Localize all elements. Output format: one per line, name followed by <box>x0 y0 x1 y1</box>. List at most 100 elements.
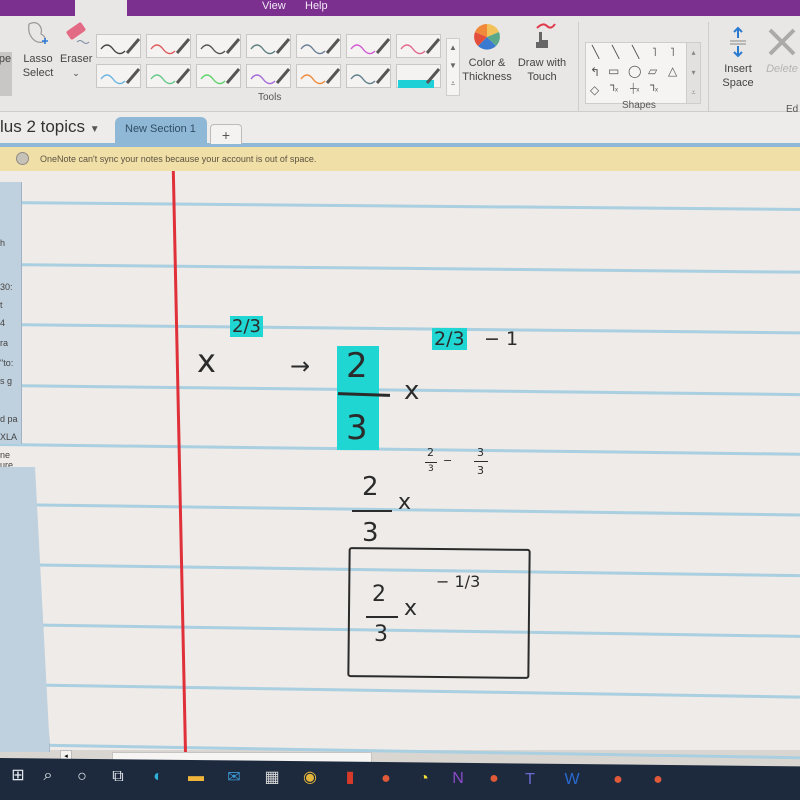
graph-2-shape-icon[interactable]: ┼ₓ <box>630 83 639 93</box>
pen-swatch[interactable] <box>196 64 241 88</box>
teams-icon[interactable]: T <box>520 770 540 790</box>
arrow-shape-icon[interactable]: ╲ <box>612 45 619 59</box>
mail-icon[interactable]: ✉ <box>224 768 244 788</box>
pen-icon <box>398 68 441 88</box>
app-icon[interactable]: ● <box>608 770 628 790</box>
insert-space-button[interactable]: Insert Space <box>716 26 760 90</box>
pen-icon <box>100 68 141 85</box>
insert-space-label-2: Space <box>722 77 754 89</box>
onenote-icon[interactable]: N <box>448 769 468 789</box>
parallelogram-shape-icon[interactable]: ▱ <box>648 64 657 78</box>
color-thickness-button[interactable]: Color & Thickness <box>462 20 512 84</box>
group-label-shapes: Shapes <box>622 100 656 111</box>
scroll-up-icon[interactable]: ▲ <box>447 39 459 57</box>
triangle-shape-icon[interactable]: △ <box>668 64 677 78</box>
pen-swatch[interactable] <box>196 34 241 58</box>
line-shape-icon[interactable]: ╲ <box>592 45 599 59</box>
store-icon[interactable]: ▦ <box>262 768 282 788</box>
page-list-item[interactable]: s g <box>0 376 12 386</box>
page-list-item[interactable]: d pa <box>0 414 18 424</box>
page-list-item[interactable]: "to: <box>0 358 13 368</box>
file-explorer-icon[interactable]: ▬ <box>186 767 206 787</box>
ruled-line <box>0 503 800 517</box>
page-list-pane[interactable]: h 30: t 4 ra "to: s gd pa XLA ne ure <box>0 182 22 470</box>
pen-swatch[interactable] <box>96 64 141 88</box>
tab-new-section-1[interactable]: New Section 1 <box>115 117 207 143</box>
ribbon-tab-draw-active[interactable] <box>75 0 127 16</box>
ruled-line <box>0 201 800 211</box>
pen-swatch[interactable] <box>96 34 141 58</box>
double-arrow-shape-icon[interactable]: ╲ <box>632 45 639 59</box>
page-list-item[interactable]: 30: <box>0 282 13 292</box>
sync-warning-message: OneNote can't sync your notes because yo… <box>40 154 317 164</box>
sync-error-icon <box>16 152 29 165</box>
graph-1-shape-icon[interactable]: ⅂ₓ <box>610 83 618 94</box>
eraser-dropdown-icon[interactable]: ⌄ <box>60 66 92 80</box>
expand-gallery-icon[interactable]: ⩡ <box>447 75 459 93</box>
pen-swatch[interactable] <box>146 34 191 58</box>
app-icon[interactable]: ● <box>648 770 668 790</box>
pen-swatch[interactable] <box>246 64 291 88</box>
section-tab-label: New Section 1 <box>125 123 196 135</box>
page-list-item[interactable]: XLA <box>0 432 17 442</box>
windows-start-icon[interactable]: ⊞ <box>8 766 28 786</box>
add-section-button[interactable]: + <box>210 124 242 144</box>
pen-swatch[interactable] <box>146 64 191 88</box>
ruled-line <box>0 384 800 397</box>
color-thickness-label-1: Color & <box>468 57 506 69</box>
word-icon[interactable]: W <box>562 770 582 790</box>
pen-swatch[interactable] <box>396 34 441 58</box>
elbow-arrow-shape-icon[interactable]: ˥ <box>670 45 675 59</box>
rectangle-shape-icon[interactable]: ▭ <box>608 64 619 78</box>
pen-swatch[interactable] <box>246 34 291 58</box>
color-thickness-label-2: Thickness <box>462 71 512 83</box>
pen-icon <box>200 68 241 85</box>
highlighter-pen[interactable] <box>396 64 441 88</box>
office-icon[interactable]: ▮ <box>340 768 360 788</box>
pacman-icon[interactable]: ◔ <box>414 769 434 789</box>
pen-icon <box>300 38 341 55</box>
notebook-selector[interactable]: lus 2 topics ▼ <box>0 117 100 137</box>
app-icon[interactable]: ● <box>484 769 504 789</box>
page-list-item[interactable]: h <box>0 238 5 248</box>
scroll-down-icon[interactable]: ▼ <box>447 57 459 75</box>
color-wheel-icon <box>474 24 500 50</box>
page-list-item[interactable]: ra <box>0 338 8 348</box>
elbow-shape-icon[interactable]: ˥ <box>652 45 657 59</box>
pen-swatch[interactable] <box>346 64 391 88</box>
type-button-label: pe <box>0 53 12 65</box>
menu-view[interactable]: View <box>262 0 286 12</box>
shapes-scroll[interactable]: ▴ ▾ ⩡ <box>686 43 700 103</box>
note-page[interactable] <box>0 171 800 760</box>
page-list-item[interactable]: t <box>0 300 3 310</box>
notebook-name: lus 2 topics <box>0 117 86 136</box>
pen-swatch[interactable] <box>296 64 341 88</box>
task-view-icon[interactable]: ⧉ <box>108 767 128 787</box>
lasso-icon <box>28 22 48 44</box>
delete-icon <box>768 28 796 56</box>
lasso-select-button[interactable]: Lasso Select <box>20 20 56 80</box>
graph-3-shape-icon[interactable]: ⅂ₓ <box>650 83 658 94</box>
elbow-left-shape-icon[interactable]: ↰ <box>590 65 600 79</box>
search-icon[interactable]: ⌕ <box>38 766 58 786</box>
pen-swatch[interactable] <box>346 34 391 58</box>
pen-icon <box>250 68 291 85</box>
chrome-icon[interactable]: ◉ <box>300 768 320 788</box>
menu-help[interactable]: Help <box>305 0 328 12</box>
draw-with-touch-button[interactable]: Draw with Touch <box>515 20 569 84</box>
delete-button[interactable]: Delete <box>760 26 800 76</box>
diamond-shape-icon[interactable]: ◇ <box>590 83 599 97</box>
eraser-button[interactable]: Eraser ⌄ <box>60 20 92 80</box>
cortana-icon[interactable]: ○ <box>72 767 92 787</box>
edge-icon[interactable]: ◐ <box>148 767 168 787</box>
ruled-line <box>0 443 800 456</box>
pen-swatch[interactable] <box>296 34 341 58</box>
app-icon[interactable]: ● <box>376 769 396 789</box>
shapes-gallery: ╲ ╲ ╲ ˥ ˥ ↰ ▭ ◯ ▱ △ ◇ ⅂ₓ ┼ₓ ⅂ₓ ▴ ▾ ⩡ <box>585 42 701 104</box>
type-button[interactable]: pe <box>0 52 12 96</box>
eraser-icon <box>66 22 90 44</box>
pen-gallery-scroll[interactable]: ▲ ▼ ⩡ <box>446 38 460 96</box>
eraser-label: Eraser <box>60 53 93 65</box>
page-list-item[interactable]: 4 <box>0 318 5 328</box>
ellipse-shape-icon[interactable]: ◯ <box>628 64 641 78</box>
